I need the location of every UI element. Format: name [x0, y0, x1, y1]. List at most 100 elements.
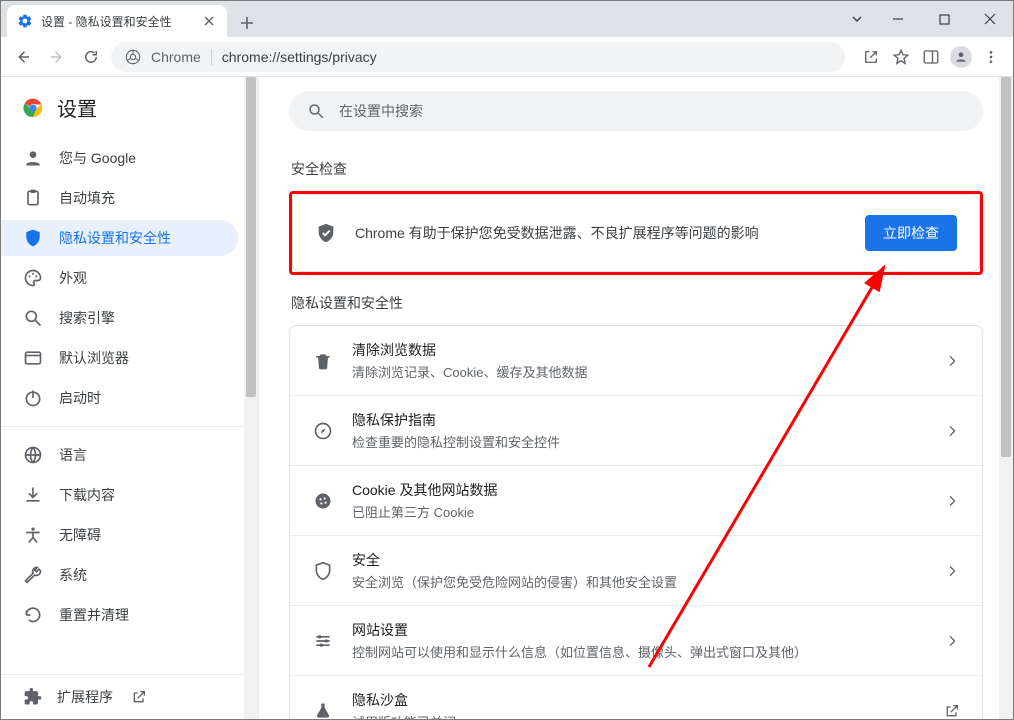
external-link-icon — [944, 703, 960, 719]
window-maximize-button[interactable] — [921, 4, 967, 34]
side-panel-button[interactable] — [917, 43, 945, 71]
reload-button[interactable] — [77, 43, 105, 71]
back-button[interactable] — [9, 43, 37, 71]
accessibility-icon — [23, 525, 43, 545]
clipboard-icon — [23, 188, 43, 208]
privacy-row-cookie[interactable]: Cookie 及其他网站数据已阻止第三方 Cookie — [290, 465, 982, 535]
power-icon — [23, 388, 43, 408]
settings-title: 设置 — [57, 93, 97, 122]
row-subtitle: 清除浏览记录、Cookie、缓存及其他数据 — [352, 362, 926, 381]
chevron-right-icon — [944, 353, 960, 369]
sidebar-item-label: 您与 Google — [59, 148, 136, 168]
row-subtitle: 已阻止第三方 Cookie — [352, 502, 926, 521]
chevron-right-icon — [944, 423, 960, 439]
shield-icon — [23, 228, 43, 248]
privacy-row-compass[interactable]: 隐私保护指南检查重要的隐私控制设置和安全控件 — [290, 395, 982, 465]
sidebar-item-label: 下载内容 — [59, 485, 115, 505]
row-title: 隐私沙盒 — [352, 690, 926, 710]
trash-icon — [312, 350, 334, 372]
row-subtitle: 检查重要的隐私控制设置和安全控件 — [352, 432, 926, 451]
row-title: Cookie 及其他网站数据 — [352, 480, 926, 500]
privacy-row-flask[interactable]: 隐私沙盒试用版功能已关闭 — [290, 675, 982, 719]
sidebar-item-label: 启动时 — [59, 388, 101, 408]
sidebar-item-system[interactable]: 系统 — [1, 555, 258, 595]
forward-button[interactable] — [43, 43, 71, 71]
sidebar-item-autofill[interactable]: 自动填充 — [1, 178, 258, 218]
sidebar-item-appearance[interactable]: 外观 — [1, 258, 258, 298]
flask-icon — [312, 700, 334, 720]
window-minimize-button[interactable] — [875, 4, 921, 34]
new-tab-button[interactable] — [233, 9, 261, 37]
privacy-section-title: 隐私设置和安全性 — [291, 293, 981, 313]
cookie-icon — [312, 490, 334, 512]
profile-button[interactable] — [947, 43, 975, 71]
omnibox-url: chrome://settings/privacy — [222, 49, 377, 65]
external-link-icon — [131, 689, 147, 705]
chevron-right-icon — [944, 493, 960, 509]
main-scrollbar[interactable] — [999, 77, 1013, 719]
window-close-button[interactable] — [967, 4, 1013, 34]
restore-icon — [23, 605, 43, 625]
row-subtitle: 控制网站可以使用和显示什么信息（如位置信息、摄像头、弹出式窗口及其他） — [352, 642, 926, 661]
wrench-icon — [23, 565, 43, 585]
sidebar-item-search-engine[interactable]: 搜索引擎 — [1, 298, 258, 338]
browser-tab[interactable]: 设置 - 隐私设置和安全性 — [7, 5, 227, 37]
privacy-row-tune[interactable]: 网站设置控制网站可以使用和显示什么信息（如位置信息、摄像头、弹出式窗口及其他） — [290, 605, 982, 675]
sidebar-item-privacy[interactable]: 隐私设置和安全性 — [1, 218, 258, 258]
sidebar-item-languages[interactable]: 语言 — [1, 435, 258, 475]
sidebar-item-on-startup[interactable]: 启动时 — [1, 378, 258, 418]
sidebar-item-label: 系统 — [59, 565, 87, 585]
annotation-highlight-box: Chrome 有助于保护您免受数据泄露、不良扩展程序等问题的影响 立即检查 — [289, 191, 983, 275]
scrollbar-thumb[interactable] — [1001, 77, 1011, 457]
shield-icon — [312, 560, 334, 582]
compass-icon — [312, 420, 334, 442]
privacy-row-shield[interactable]: 安全安全浏览（保护您免受危险网站的侵害）和其他安全设置 — [290, 535, 982, 605]
tab-search-button[interactable] — [839, 4, 875, 34]
browser-icon — [23, 348, 43, 368]
chrome-icon — [125, 49, 141, 65]
tab-title: 设置 - 隐私设置和安全性 — [41, 13, 193, 30]
extension-icon — [23, 687, 43, 707]
safety-check-description: Chrome 有助于保护您免受数据泄露、不良扩展程序等问题的影响 — [355, 223, 847, 243]
sidebar-item-extensions[interactable]: 扩展程序 — [1, 674, 258, 719]
avatar-icon — [950, 46, 972, 68]
tab-close-button[interactable] — [201, 13, 217, 29]
search-icon — [307, 102, 325, 120]
sidebar-item-downloads[interactable]: 下载内容 — [1, 475, 258, 515]
row-title: 网站设置 — [352, 620, 926, 640]
sidebar-scrollbar[interactable] — [244, 77, 258, 719]
sidebar-item-default-browser[interactable]: 默认浏览器 — [1, 338, 258, 378]
omnibox-separator — [211, 49, 212, 65]
shield-check-icon — [315, 222, 337, 244]
sidebar-item-label: 自动填充 — [59, 188, 115, 208]
safety-check-section-title: 安全检查 — [291, 159, 981, 179]
privacy-settings-card: 清除浏览数据清除浏览记录、Cookie、缓存及其他数据隐私保护指南检查重要的隐私… — [289, 325, 983, 719]
gear-icon — [17, 13, 33, 29]
sidebar-separator — [1, 426, 258, 427]
bookmark-button[interactable] — [887, 43, 915, 71]
sidebar-item-accessibility[interactable]: 无障碍 — [1, 515, 258, 555]
chevron-right-icon — [944, 633, 960, 649]
sidebar-item-label: 默认浏览器 — [59, 348, 129, 368]
sidebar-item-you-and-google[interactable]: 您与 Google — [1, 138, 258, 178]
address-bar[interactable]: Chrome chrome://settings/privacy — [111, 42, 845, 72]
person-icon — [23, 148, 43, 168]
run-safety-check-button[interactable]: 立即检查 — [865, 215, 957, 251]
sidebar-item-label: 扩展程序 — [57, 687, 113, 707]
row-title: 隐私保护指南 — [352, 410, 926, 430]
sidebar-item-reset[interactable]: 重置并清理 — [1, 595, 258, 635]
row-subtitle: 试用版功能已关闭 — [352, 712, 926, 719]
settings-search-input[interactable]: 在设置中搜索 — [289, 91, 983, 131]
sidebar-item-label: 无障碍 — [59, 525, 101, 545]
search-placeholder: 在设置中搜索 — [339, 101, 423, 121]
menu-button[interactable] — [977, 43, 1005, 71]
sidebar-item-label: 重置并清理 — [59, 605, 129, 625]
palette-icon — [23, 268, 43, 288]
search-icon — [23, 308, 43, 328]
omnibox-scheme-label: Chrome — [151, 49, 201, 65]
row-title: 清除浏览数据 — [352, 340, 926, 360]
scrollbar-thumb[interactable] — [246, 77, 256, 397]
share-button[interactable] — [857, 43, 885, 71]
privacy-row-trash[interactable]: 清除浏览数据清除浏览记录、Cookie、缓存及其他数据 — [290, 326, 982, 395]
chevron-right-icon — [944, 563, 960, 579]
